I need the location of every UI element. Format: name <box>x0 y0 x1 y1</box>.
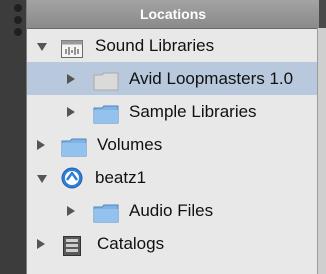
tree-item-label: Sample Libraries <box>129 102 257 121</box>
tree-item-label: Catalogs <box>97 234 165 253</box>
window-control-dot <box>14 16 22 24</box>
catalog-icon <box>63 234 81 267</box>
tree-item-audio-files[interactable]: Audio Files <box>27 194 319 227</box>
panel-title: Locations <box>27 0 319 29</box>
disclosure-collapsed-icon[interactable] <box>37 140 45 150</box>
scrollbar-edge[interactable] <box>317 28 326 274</box>
disclosure-collapsed-icon[interactable] <box>37 239 45 249</box>
tree-item-sound-libraries[interactable]: Sound Libraries <box>27 29 319 62</box>
disclosure-expanded-icon[interactable] <box>37 43 47 51</box>
disclosure-collapsed-icon[interactable] <box>67 107 75 117</box>
tree-item-label: Volumes <box>97 135 163 154</box>
tree-item-label: beatz1 <box>95 168 147 187</box>
tree-item-beatz1[interactable]: beatz1 <box>27 161 319 194</box>
window-control-dot <box>14 28 22 36</box>
tree-item-volumes[interactable]: Volumes <box>27 128 319 161</box>
tree-item-label: Sound Libraries <box>95 36 215 55</box>
disclosure-expanded-icon[interactable] <box>37 175 47 183</box>
tree-item-avid-loopmasters[interactable]: Avid Loopmasters 1.0 <box>27 62 319 95</box>
tree-item-label: Audio Files <box>129 201 214 220</box>
window-control-dot <box>14 4 22 12</box>
disclosure-collapsed-icon[interactable] <box>67 206 75 216</box>
disclosure-collapsed-icon[interactable] <box>67 74 75 84</box>
tree-item-catalogs[interactable]: Catalogs <box>27 227 319 260</box>
tree-item-sample-libraries[interactable]: Sample Libraries <box>27 95 319 128</box>
locations-tree: Sound Libraries Avid Loopmasters 1.0 Sam… <box>27 29 319 260</box>
tree-item-label: Avid Loopmasters 1.0 <box>129 69 294 88</box>
left-window-strip <box>0 0 26 274</box>
locations-panel: Locations Sound Libraries Avid Loopmaste… <box>26 0 319 274</box>
